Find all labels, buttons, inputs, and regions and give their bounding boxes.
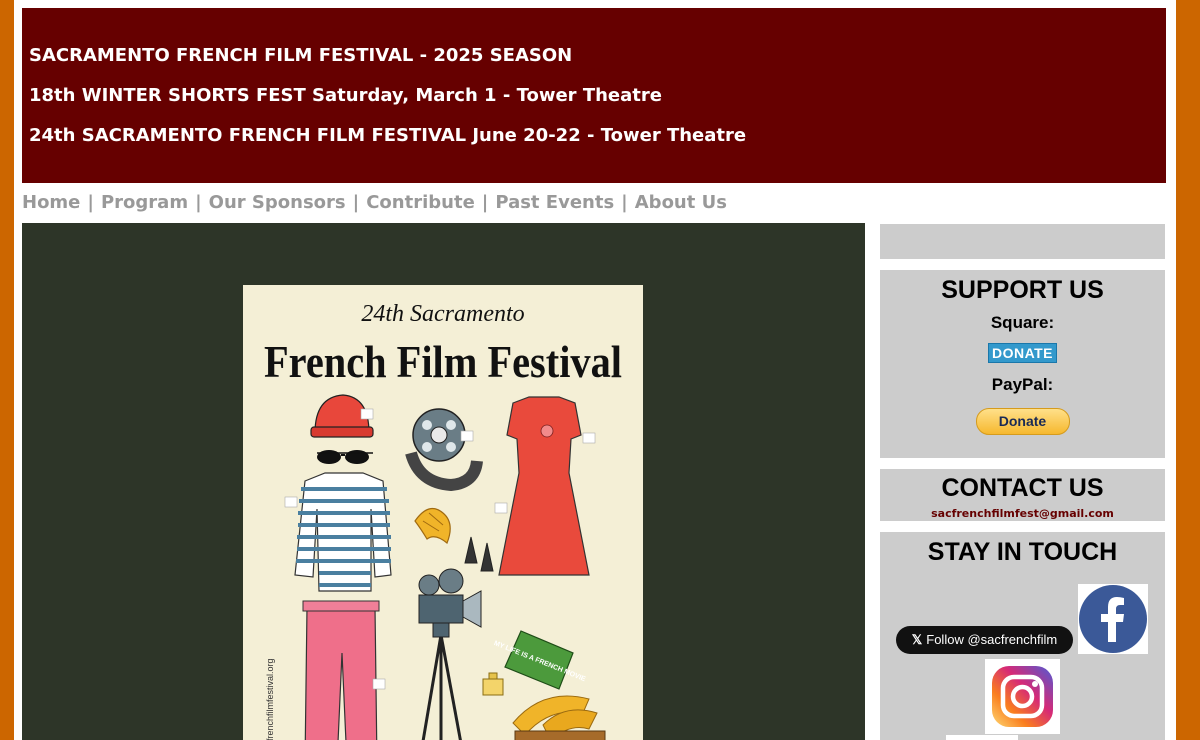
movie-camera-icon (418, 568, 482, 740)
banner-season: SACRAMENTO FRENCH FILM FESTIVAL - 2025 S… (29, 45, 573, 66)
contact-us-title: CONTACT US (941, 474, 1104, 502)
nav-past-events[interactable]: Past Events (495, 192, 614, 213)
pink-pants-icon (302, 600, 386, 740)
poster-website: sacfrenchfilmfestival.org (265, 658, 275, 740)
festival-poster[interactable]: 24th Sacramento French Film Festival MY … (243, 285, 643, 740)
croissant-icon (414, 507, 451, 544)
striped-shirt-icon (284, 472, 392, 592)
additional-social-badge[interactable] (946, 735, 1018, 740)
page-container: SACRAMENTO FRENCH FILM FESTIVAL - 2025 S… (14, 0, 1176, 740)
nav-our-sponsors[interactable]: Our Sponsors (209, 192, 346, 213)
banner-shorts-fest: 18th WINTER SHORTS FEST Saturday, March … (29, 85, 662, 106)
paypal-donate-button[interactable]: Donate (975, 408, 1070, 435)
nav-separator: | (481, 192, 489, 213)
instagram-link[interactable] (985, 659, 1060, 734)
x-logo-icon: 𝕏 (911, 632, 923, 647)
support-us-title: SUPPORT US (941, 276, 1104, 304)
banner-film-festival: 24th SACRAMENTO FRENCH FILM FESTIVAL Jun… (29, 125, 747, 146)
sidebar-top-box (880, 224, 1165, 259)
facebook-icon (1079, 585, 1147, 653)
eiffel-earrings-icon (464, 536, 494, 572)
nav-contribute[interactable]: Contribute (366, 192, 475, 213)
poster-illustration: 24th Sacramento French Film Festival MY … (264, 301, 622, 740)
square-donate-button[interactable]: DONATE (987, 343, 1058, 363)
nav-about-us[interactable]: About Us (635, 192, 727, 213)
nav-home[interactable]: Home (22, 192, 80, 213)
main-nav: Home | Program | Our Sponsors | Contribute | Pas… (22, 192, 727, 216)
stay-in-touch-box: STAY IN TOUCH 𝕏 Follow @sacfrenchfilm (880, 532, 1165, 740)
contact-us-box: CONTACT US sacfrenchfilmfest@gmail.com (880, 469, 1165, 521)
contact-email-link[interactable]: sacfrenchfilmfest@gmail.com (931, 507, 1114, 520)
square-label: Square: (990, 313, 1055, 332)
paypal-label: PayPal: (991, 375, 1054, 394)
nav-separator: | (87, 192, 94, 213)
support-us-box: SUPPORT US Square: DONATE PayPal: Donate (880, 270, 1165, 458)
poster-edition: 24th Sacramento (361, 301, 524, 327)
perfume-icon (482, 672, 504, 696)
facebook-link[interactable] (1078, 584, 1148, 654)
sunglasses-icon (317, 450, 373, 464)
book-icon: MY LIFE IS A FRENCH MOVIE (493, 630, 587, 690)
poster-title: French Film Festival (264, 336, 622, 387)
nav-program[interactable]: Program (101, 192, 188, 213)
instagram-icon (992, 666, 1053, 727)
red-dress-icon (494, 396, 596, 576)
announcement-banner: SACRAMENTO FRENCH FILM FESTIVAL - 2025 S… (22, 8, 1166, 183)
nav-separator: | (352, 192, 360, 213)
hat-icon (310, 394, 374, 438)
x-follow-label: Follow @sacfrenchfilm (926, 632, 1058, 647)
film-reel-icon (405, 408, 483, 492)
nav-separator: | (195, 192, 202, 213)
baguette-basket-icon (512, 695, 606, 740)
x-follow-button[interactable]: 𝕏 Follow @sacfrenchfilm (896, 626, 1073, 654)
nav-separator: | (621, 192, 628, 213)
stay-in-touch-title: STAY IN TOUCH (927, 538, 1118, 566)
main-content: 24th Sacramento French Film Festival MY … (22, 223, 865, 740)
